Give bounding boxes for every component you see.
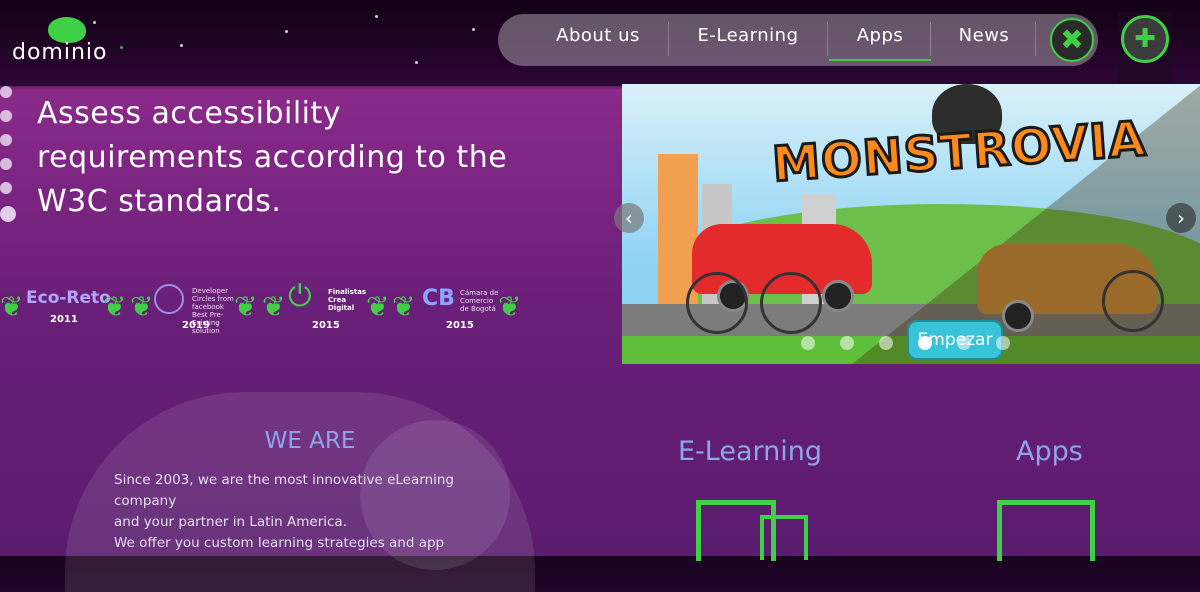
main-nav: About us E-Learning Apps News (498, 14, 1098, 66)
power-logo-icon: ⏻ (288, 279, 312, 314)
laurel-left-icon: ❦ (392, 290, 416, 323)
hero-headline: Assess accessibility requirements accord… (37, 96, 508, 219)
star-decoration (472, 28, 475, 31)
laurel-right-icon: ❦ (498, 290, 522, 323)
we-are-heading: WE ARE (264, 428, 356, 454)
star-decoration (375, 15, 378, 18)
star-decoration (180, 44, 183, 47)
star-decoration (415, 61, 418, 64)
elearning-icon-book (760, 515, 808, 560)
award-year: 2015 (446, 320, 474, 331)
star-decoration (120, 46, 123, 49)
award-eco-reto: ❦ Eco-Reto 2011 ❦ (0, 284, 130, 334)
award-year: 2011 (50, 314, 78, 325)
award-year: 2015 (312, 320, 340, 331)
slide-dot[interactable] (879, 336, 893, 350)
slide-dot-active[interactable] (918, 336, 932, 350)
nav-divider (827, 22, 828, 56)
we-are-line: Since 2003, we are the most innovative e… (114, 472, 454, 509)
award-year: 2019 (182, 320, 210, 331)
nav-item-about-us[interactable]: About us (542, 14, 654, 66)
accessibility-person-icon: ✚ (1134, 24, 1156, 54)
award-crea-digital: ❦ ⏻ Finalistas Crea Digital 2015 ❦ (262, 279, 392, 334)
chevron-left-icon: ‹ (625, 206, 633, 230)
slide-dot[interactable] (957, 336, 971, 350)
section-dot[interactable] (0, 158, 12, 170)
chevron-right-icon: › (1177, 206, 1185, 230)
apps-icon[interactable] (997, 500, 1095, 561)
award-title: Finalistas Crea Digital (328, 288, 367, 312)
section-dot-active[interactable] (0, 206, 16, 222)
bike-wheel (686, 272, 748, 334)
app-slider: MONSTROVIA Empezar (622, 84, 1200, 364)
award-camara-comercio: ❦ CB Cámara de Comercio de Bogotá 2015 ❦ (392, 284, 522, 334)
section-dot[interactable] (0, 86, 12, 98)
slide-dot[interactable] (996, 336, 1010, 350)
award-title: Eco-Reto (26, 288, 111, 308)
globe-logo-icon (154, 284, 184, 314)
we-are-text: Since 2003, we are the most innovative e… (114, 470, 494, 554)
slider-prev-button[interactable]: ‹ (614, 203, 644, 233)
slide-dot[interactable] (840, 336, 854, 350)
elearning-heading: E-Learning (678, 436, 823, 467)
nav-divider (930, 22, 931, 56)
slider-next-button[interactable]: › (1166, 203, 1196, 233)
we-are-line: and your partner in Latin America. (114, 514, 347, 530)
section-dot[interactable] (0, 182, 12, 194)
logo-text: dominio (12, 40, 108, 65)
apps-heading: Apps (1016, 436, 1083, 467)
site-logo[interactable]: dominio (10, 14, 120, 66)
car-wheel (1002, 300, 1034, 332)
laurel-right-icon: ❦ (103, 290, 127, 323)
bike-wheel (1102, 270, 1164, 332)
laurel-right-icon: ❦ (234, 290, 258, 323)
section-dot[interactable] (0, 134, 12, 146)
close-menu-button[interactable]: ✖ (1050, 18, 1094, 62)
we-are-line: We offer you custom learning strategies … (114, 535, 445, 551)
laurel-left-icon: ❦ (130, 290, 154, 323)
nav-item-elearning[interactable]: E-Learning (684, 14, 812, 66)
award-title: Cámara de Comercio de Bogotá (460, 289, 499, 313)
nav-item-news[interactable]: News (943, 14, 1025, 66)
laurel-left-icon: ❦ (0, 290, 24, 323)
car-wheel (822, 280, 854, 312)
nav-divider (1035, 22, 1036, 56)
laurel-left-icon: ❦ (262, 290, 286, 323)
section-dot[interactable] (0, 110, 12, 122)
star-decoration (285, 30, 288, 33)
laurel-right-icon: ❦ (366, 290, 390, 323)
ccb-logo-icon: CB (422, 286, 455, 311)
award-developer-circles: ❦ Developer Circles from facebook Best P… (130, 284, 260, 335)
slide-dot[interactable] (801, 336, 815, 350)
bike-wheel (760, 272, 822, 334)
nav-divider (668, 22, 669, 56)
accessibility-toggle-button[interactable]: ✚ (1121, 15, 1169, 63)
nav-item-apps[interactable]: Apps (829, 14, 931, 61)
